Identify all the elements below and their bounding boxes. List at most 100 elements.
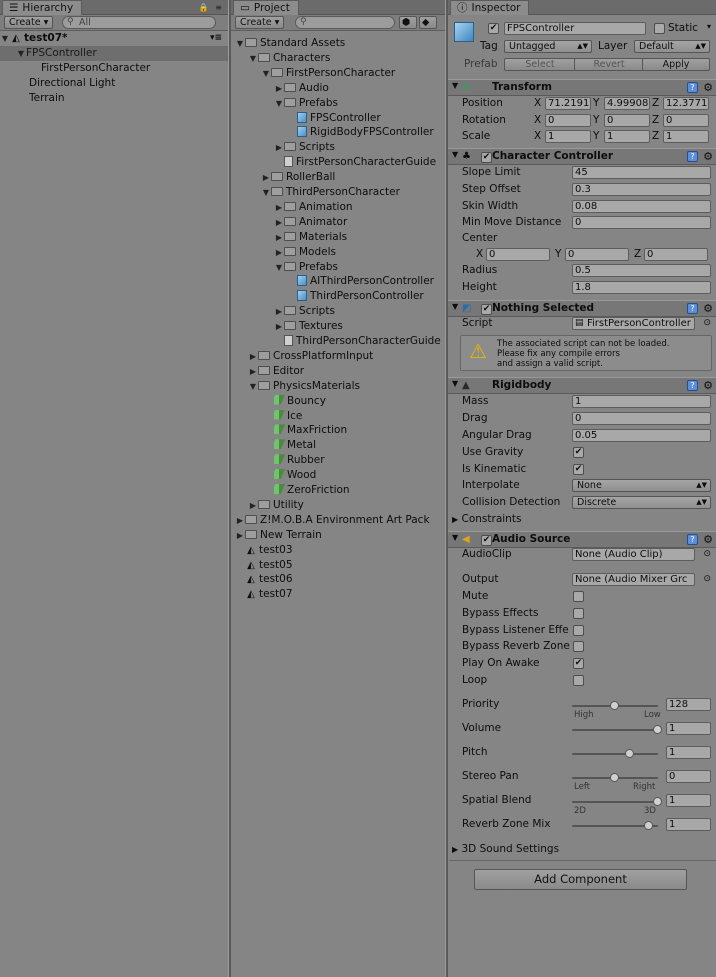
filter-type-icon[interactable]: ⬢	[399, 16, 417, 29]
triangle-right-icon[interactable]: ▶	[274, 215, 284, 230]
triangle-right-icon[interactable]: ▶	[248, 364, 258, 379]
static-checkbox[interactable]	[654, 23, 665, 34]
audio-slider-track[interactable]	[572, 701, 658, 710]
project-item[interactable]: Metal	[261, 438, 316, 453]
project-item[interactable]: ▶ Z!M.O.B.A Environment Art Pack	[235, 513, 430, 528]
hierarchy-item-firstpersoncharacter[interactable]: FirstPersonCharacter	[41, 61, 150, 76]
triangle-down-icon[interactable]: ▼	[452, 533, 458, 542]
project-item[interactable]: ▶ Audio	[274, 81, 329, 96]
triangle-down-icon[interactable]: ▼	[452, 302, 458, 311]
slider-knob[interactable]	[610, 701, 619, 710]
is-kinematic-checkbox[interactable]: ✔	[573, 464, 584, 475]
cc-field-value[interactable]: 45	[572, 166, 711, 179]
gear-icon[interactable]: ⚙	[703, 302, 713, 315]
audio-slider-value[interactable]: 1	[666, 722, 711, 735]
audio-slider-value[interactable]: 1	[666, 746, 711, 759]
collision-detection-dropdown[interactable]: Discrete ▲▼	[572, 496, 711, 509]
audioclip-field[interactable]: None (Audio Clip)	[572, 548, 695, 561]
project-item[interactable]: ◭ test06	[235, 572, 292, 587]
triangle-right-icon[interactable]: ▶	[274, 319, 284, 334]
triangle-down-icon[interactable]: ▼	[248, 51, 258, 66]
script-header[interactable]: ▼ ◩ ✔ Nothing Selected? ⚙	[448, 300, 716, 317]
gear-icon[interactable]: ⚙	[703, 150, 713, 163]
interpolate-dropdown[interactable]: None ▲▼	[572, 479, 711, 492]
create-button[interactable]: Create ▾	[235, 16, 285, 29]
tab-inspector[interactable]: ⓘ Inspector	[450, 0, 530, 15]
project-item[interactable]: ▼ PhysicsMaterials	[248, 379, 360, 394]
hierarchy-item-fpscontroller[interactable]: ▼ FPSController	[0, 46, 228, 61]
object-picker-icon[interactable]: ⊙	[703, 549, 711, 559]
triangle-right-icon[interactable]: ▶	[274, 140, 284, 155]
triangle-down-icon[interactable]: ▼	[261, 66, 271, 81]
audio-slider-track[interactable]	[572, 821, 658, 830]
active-checkbox[interactable]: ✔	[488, 23, 499, 34]
triangle-down-icon[interactable]: ▼	[452, 81, 458, 90]
triangle-down-icon[interactable]: ▼	[452, 379, 458, 388]
project-item[interactable]: ◭ test03	[235, 543, 292, 558]
object-picker-icon[interactable]: ⊙	[703, 318, 711, 328]
project-item[interactable]: FPSController	[287, 111, 381, 126]
audio-toggle-checkbox[interactable]	[573, 624, 584, 636]
slider-knob[interactable]	[610, 773, 619, 782]
project-item[interactable]: ▼ FirstPersonCharacter	[261, 66, 395, 81]
project-item[interactable]: ▶ RollerBall	[261, 170, 335, 185]
triangle-right-icon[interactable]: ▶	[274, 230, 284, 245]
audio-source-header[interactable]: ▼ ◀ ✔ Audio Source? ⚙	[448, 531, 716, 548]
object-name-field[interactable]: FPSController	[504, 22, 646, 35]
audio-slider-track[interactable]	[572, 725, 662, 734]
scale-z-field[interactable]: 1	[663, 130, 709, 143]
output-field[interactable]: None (Audio Mixer Grc	[572, 573, 695, 586]
help-icon[interactable]: ?	[687, 303, 698, 314]
use-gravity-checkbox[interactable]: ✔	[573, 447, 584, 458]
triangle-right-icon[interactable]: ▶	[274, 81, 284, 96]
triangle-right-icon[interactable]: ▶	[248, 498, 258, 513]
triangle-down-icon[interactable]: ▼	[274, 96, 284, 111]
3d-sound-settings-foldout[interactable]: ▶ 3D Sound Settings	[452, 842, 559, 857]
project-item[interactable]: FirstPersonCharacterGuide	[274, 155, 436, 170]
triangle-right-icon[interactable]: ▶	[274, 200, 284, 215]
height-field[interactable]: 1.8	[572, 281, 711, 294]
panel-menu-icon[interactable]: 🔒 ≡	[199, 3, 224, 12]
tag-dropdown[interactable]: Untagged ▲▼	[504, 40, 592, 53]
project-item[interactable]: ◭ test07	[235, 587, 292, 602]
triangle-down-icon[interactable]: ▼	[261, 185, 271, 200]
gear-icon[interactable]: ⚙	[703, 81, 713, 94]
center-z-field[interactable]: 0	[644, 248, 708, 261]
apply-button[interactable]: Apply	[642, 58, 710, 71]
tab-project[interactable]: ▭ Project	[233, 0, 299, 15]
hierarchy-item-terrain[interactable]: Terrain	[29, 91, 65, 106]
project-item[interactable]: ▼ Characters	[248, 51, 330, 66]
tab-hierarchy[interactable]: ☰ Hierarchy	[2, 0, 83, 15]
triangle-down-icon[interactable]: ▼	[235, 36, 245, 51]
angular-drag-field[interactable]: 0.05	[572, 429, 711, 442]
mass-field[interactable]: 1	[572, 395, 711, 408]
rotation-z-field[interactable]: 0	[663, 113, 709, 127]
static-dropdown-icon[interactable]: ▾	[707, 22, 711, 31]
position-z-field[interactable]: 12.3771	[663, 97, 709, 110]
radius-field[interactable]: 0.5	[572, 264, 711, 277]
cc-field-value[interactable]: 0.3	[572, 182, 711, 196]
audio-slider-value[interactable]: 128	[666, 698, 711, 711]
audio-slider-value[interactable]: 0	[666, 770, 711, 783]
slider-knob[interactable]	[653, 797, 662, 806]
scale-y-field[interactable]: 1	[604, 130, 650, 143]
project-item[interactable]: ▶ Animation	[274, 200, 353, 215]
scene-menu-icon[interactable]: ▾≡	[210, 31, 222, 46]
project-item[interactable]: ▶ Scripts	[274, 304, 335, 319]
component-enabled-checkbox[interactable]: ✔	[481, 535, 492, 546]
select-button[interactable]: Select	[504, 58, 576, 71]
project-item[interactable]: ▶ Scripts	[274, 140, 335, 155]
slider-knob[interactable]	[644, 821, 654, 830]
layer-dropdown[interactable]: Default ▲▼	[634, 40, 710, 53]
triangle-right-icon[interactable]: ▶	[274, 304, 284, 319]
project-item[interactable]: ThirdPersonController	[287, 289, 424, 304]
audio-slider-value[interactable]: 1	[666, 794, 711, 807]
slider-knob[interactable]	[624, 749, 634, 758]
character-controller-header[interactable]: ▼ ♣ ✔ Character Controller? ⚙	[448, 148, 716, 165]
project-item[interactable]: ◭ test05	[235, 558, 292, 573]
cc-field-value[interactable]: 0.08	[572, 199, 711, 213]
project-item[interactable]: Rubber	[261, 453, 325, 468]
triangle-down-icon[interactable]: ▼	[0, 31, 10, 46]
triangle-down-icon[interactable]: ▼	[274, 260, 284, 275]
project-search-input[interactable]: ⚲	[295, 16, 395, 29]
